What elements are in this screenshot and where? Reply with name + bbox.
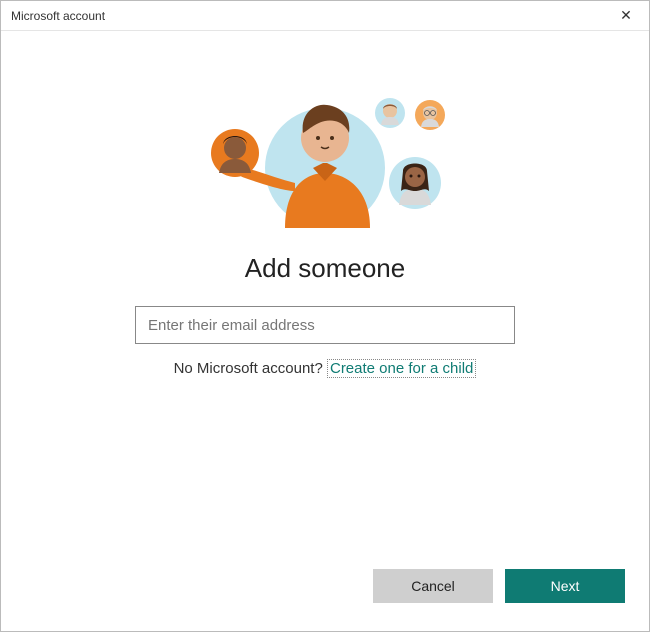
dialog-window: Microsoft account ✕ [0,0,650,632]
no-account-text: No Microsoft account? [174,360,327,377]
page-heading: Add someone [245,253,405,284]
no-account-prompt: No Microsoft account? Create one for a c… [174,360,477,377]
content-area: Add someone No Microsoft account? Create… [1,31,649,561]
window-title: Microsoft account [9,9,105,23]
family-illustration [175,83,475,233]
next-button[interactable]: Next [505,569,625,603]
titlebar: Microsoft account ✕ [1,1,649,31]
dialog-footer: Cancel Next [1,561,649,631]
cancel-button[interactable]: Cancel [373,569,493,603]
close-icon[interactable]: ✕ [611,1,641,31]
create-child-account-link[interactable]: Create one for a child [327,359,476,378]
email-input[interactable] [135,306,515,344]
